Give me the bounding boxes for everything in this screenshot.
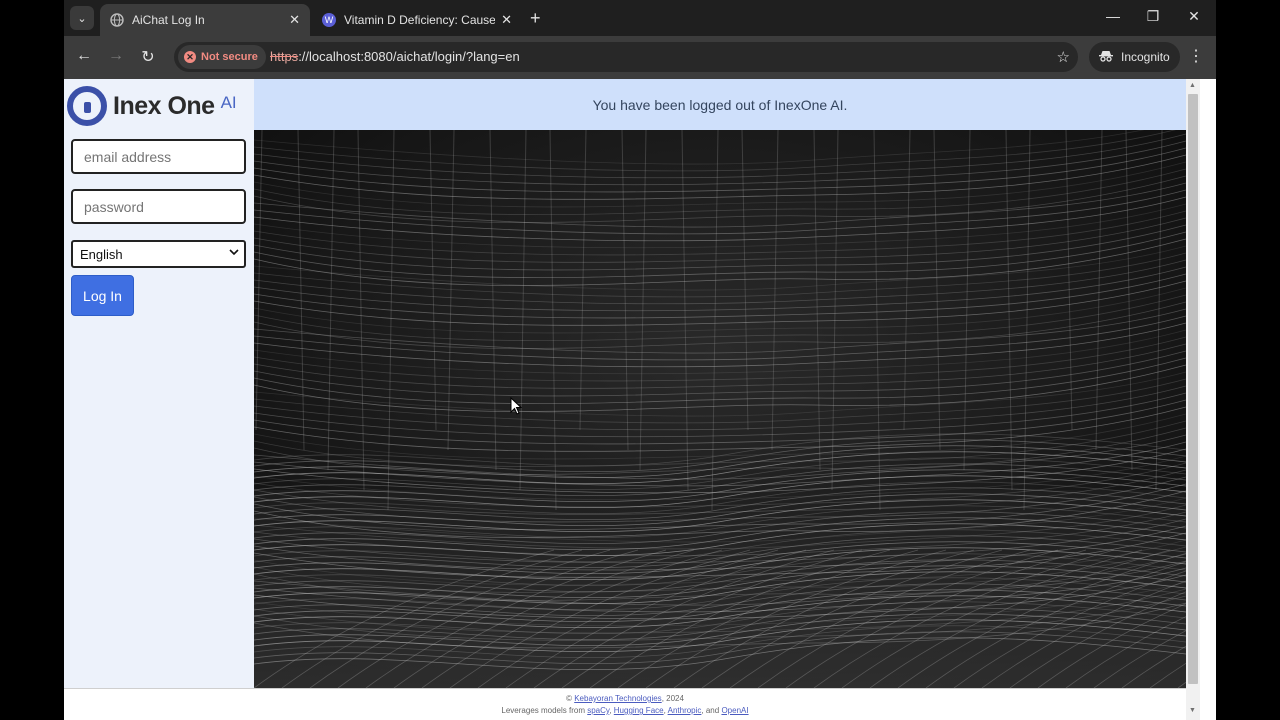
not-secure-chip[interactable]: ✕ Not secure bbox=[178, 45, 266, 69]
new-tab-button[interactable]: + bbox=[530, 8, 541, 28]
close-tab-icon[interactable]: ✕ bbox=[289, 12, 300, 28]
close-window-icon[interactable]: ✕ bbox=[1184, 8, 1204, 25]
browser-toolbar: ← → ↻ ✕ Not secure https://localhost:808… bbox=[64, 36, 1216, 79]
minimize-icon[interactable]: — bbox=[1103, 8, 1123, 24]
warning-icon: ✕ bbox=[184, 51, 196, 63]
url-scheme: https bbox=[270, 49, 299, 64]
browser-window: ⌄ AiChat Log In ✕ W Vitamin D Deficiency… bbox=[64, 0, 1216, 720]
hero-wireframe-image bbox=[254, 130, 1186, 688]
incognito-icon bbox=[1099, 50, 1113, 65]
bookmark-star-icon[interactable]: ☆ bbox=[1057, 48, 1070, 66]
logo-mark-icon bbox=[67, 86, 107, 126]
spacy-link[interactable]: spaCy bbox=[587, 706, 609, 715]
hugging-face-link[interactable]: Hugging Face bbox=[614, 706, 664, 715]
incognito-badge[interactable]: Incognito bbox=[1089, 42, 1180, 72]
email-field[interactable] bbox=[71, 139, 246, 174]
login-sidebar: Inex One AI English Log In bbox=[64, 79, 254, 688]
restore-icon[interactable]: ❐ bbox=[1143, 8, 1163, 25]
logo-suffix: AI bbox=[220, 93, 237, 112]
scrollbar-thumb[interactable] bbox=[1188, 94, 1198, 684]
incognito-label: Incognito bbox=[1121, 50, 1170, 64]
page-footer: © Kebayoran Technologies, 2024 Leverages… bbox=[64, 688, 1186, 720]
logo-text: Inex One bbox=[113, 91, 215, 120]
footer-copyright: © Kebayoran Technologies, 2024 bbox=[566, 694, 684, 703]
forward-icon[interactable]: → bbox=[106, 47, 126, 65]
url-text[interactable]: https://localhost:8080/aichat/login/?lan… bbox=[270, 49, 520, 64]
footer-leverages: Leverages models from spaCy, Hugging Fac… bbox=[501, 706, 749, 715]
scroll-down-icon[interactable]: ▼ bbox=[1189, 707, 1196, 714]
tab-aichat-login[interactable]: AiChat Log In ✕ bbox=[100, 4, 310, 36]
login-button[interactable]: Log In bbox=[71, 275, 134, 316]
site-w-icon: W bbox=[322, 13, 336, 27]
language-selected: English bbox=[80, 246, 123, 262]
inexone-logo: Inex One AI bbox=[67, 85, 237, 127]
tab-search-button[interactable]: ⌄ bbox=[70, 6, 94, 30]
scroll-up-icon[interactable]: ▲ bbox=[1189, 82, 1196, 89]
banner-message: You have been logged out of InexOne AI. bbox=[592, 96, 848, 113]
security-label: Not secure bbox=[201, 51, 258, 63]
tab-vitamin-d[interactable]: W Vitamin D Deficiency: Causes, S ✕ bbox=[312, 4, 522, 36]
anthropic-link[interactable]: Anthropic bbox=[668, 706, 702, 715]
tab-title: Vitamin D Deficiency: Causes, S bbox=[344, 13, 496, 27]
address-bar[interactable]: ✕ Not secure https://localhost:8080/aich… bbox=[174, 42, 1078, 72]
password-field[interactable] bbox=[71, 189, 246, 224]
openai-link[interactable]: OpenAI bbox=[721, 706, 748, 715]
reload-icon[interactable]: ↻ bbox=[138, 47, 158, 67]
tab-title: AiChat Log In bbox=[132, 13, 205, 27]
globe-icon bbox=[110, 13, 124, 27]
url-rest: ://localhost:8080/aichat/login/?lang=en bbox=[298, 49, 520, 64]
chevron-down-icon bbox=[229, 247, 239, 259]
tab-strip: ⌄ AiChat Log In ✕ W Vitamin D Deficiency… bbox=[64, 0, 1216, 36]
language-select[interactable]: English bbox=[71, 240, 246, 268]
company-link[interactable]: Kebayoran Technologies bbox=[574, 694, 661, 703]
close-tab-icon[interactable]: ✕ bbox=[501, 12, 512, 28]
page-viewport: Inex One AI English Log In You have been… bbox=[64, 79, 1216, 720]
browser-menu-icon[interactable]: ⋮ bbox=[1188, 46, 1204, 66]
logout-banner: You have been logged out of InexOne AI. bbox=[254, 79, 1186, 130]
back-icon[interactable]: ← bbox=[74, 47, 94, 65]
page-scrollbar[interactable]: ▲ ▼ bbox=[1186, 79, 1200, 720]
mouse-cursor-icon bbox=[510, 396, 523, 420]
